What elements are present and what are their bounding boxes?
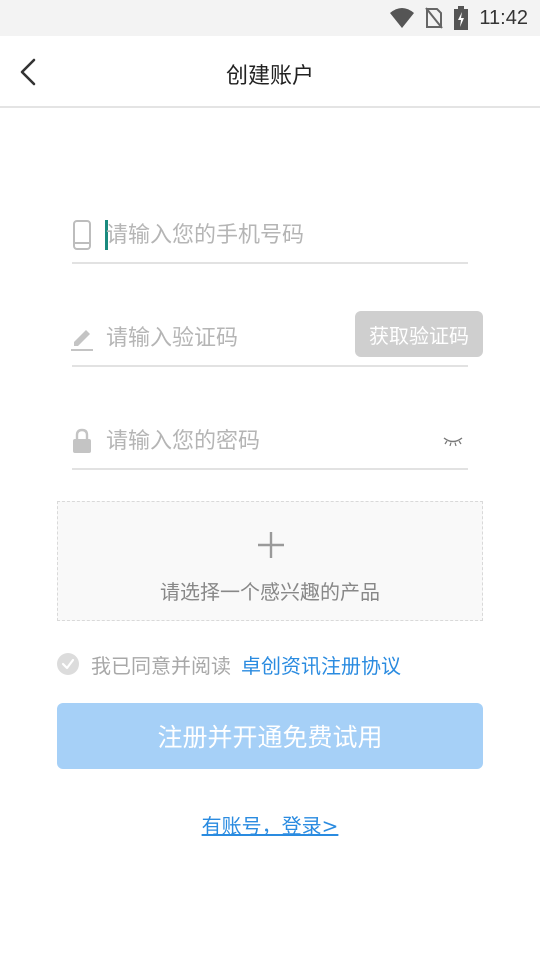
- agreement-link[interactable]: 卓创资讯注册协议: [241, 650, 401, 679]
- wifi-icon: [390, 8, 415, 28]
- login-link[interactable]: 有账号，登录>: [0, 810, 540, 839]
- app-header: 创建账户: [0, 36, 540, 108]
- pencil-icon: [68, 323, 96, 353]
- plus-icon: [258, 532, 284, 558]
- code-input[interactable]: [106, 317, 346, 359]
- select-product-box[interactable]: 请选择一个感兴趣的产品: [57, 501, 483, 621]
- password-field-row: [72, 410, 468, 470]
- get-code-button[interactable]: 获取验证码: [355, 311, 483, 357]
- lock-icon: [68, 426, 96, 456]
- check-icon: [61, 658, 75, 670]
- password-input[interactable]: [106, 420, 426, 462]
- page-title: 创建账户: [225, 64, 314, 89]
- agreement-row: 我已同意并阅读 卓创资讯注册协议: [57, 650, 401, 678]
- product-label: 请选择一个感兴趣的产品: [160, 580, 380, 604]
- status-icons: 11:42: [389, 0, 528, 36]
- no-sim-icon: [425, 7, 444, 29]
- status-bar: 11:42: [0, 0, 540, 36]
- phone-input[interactable]: [106, 214, 462, 256]
- toggle-password-visibility[interactable]: [438, 426, 468, 456]
- agree-checkbox[interactable]: [57, 653, 79, 675]
- phone-icon: [68, 220, 96, 250]
- register-button[interactable]: 注册并开通免费试用: [57, 703, 483, 769]
- register-screen: 11:42 创建账户 获取验证码: [0, 0, 540, 960]
- battery-charging-icon: [454, 6, 469, 30]
- phone-field-row: [72, 204, 468, 264]
- agreement-text: 我已同意并阅读: [91, 653, 231, 678]
- eye-closed-icon: [443, 437, 463, 447]
- status-time: 11:42: [479, 6, 528, 29]
